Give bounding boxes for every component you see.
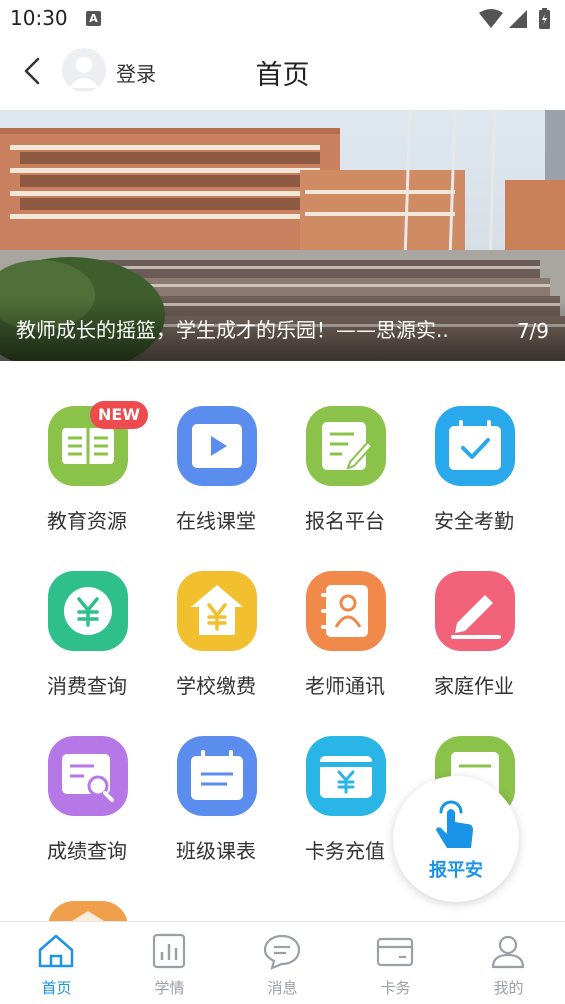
grid-item-label: 班级课表: [176, 839, 256, 863]
edit-document-icon: [306, 406, 386, 486]
grid-item-label: 老师通讯: [305, 674, 385, 698]
user-icon: [491, 935, 525, 969]
grid-item-card-recharge[interactable]: 卡务充值: [280, 736, 410, 886]
calendar-check-icon: [435, 406, 515, 486]
schedule-icon: [177, 736, 257, 816]
grid-item-label: 教育资源: [47, 509, 127, 533]
new-badge: NEW: [90, 401, 148, 429]
status-icons: [479, 8, 550, 29]
report-safe-label: 报平安: [429, 860, 483, 881]
page-title: 首页: [255, 60, 310, 91]
search-document-icon: [48, 736, 128, 816]
grid-item-attendance[interactable]: 安全考勤: [409, 406, 539, 556]
grid-item-label: 消费查询: [47, 674, 127, 698]
grid-item-consumption-query[interactable]: 消费查询: [22, 571, 152, 721]
nav-label: 首页: [41, 979, 72, 997]
grid-item-online-class[interactable]: 在线课堂: [151, 406, 281, 556]
grid-item-label: 学校缴费: [176, 674, 256, 698]
report-safe-button[interactable]: 报平安: [393, 776, 519, 902]
nav-label: 学情: [154, 979, 185, 997]
grid-item-label: 安全考勤: [434, 509, 514, 533]
grid-item-class-schedule[interactable]: 班级课表: [151, 736, 281, 886]
bottom-nav: 首页 学情 消息 卡务 我的: [0, 921, 565, 1004]
grid-item-partial[interactable]: [22, 901, 152, 921]
card-recharge-icon: [306, 736, 386, 816]
nav-profile[interactable]: 我的: [452, 922, 565, 1004]
grid-item-label: 在线课堂: [176, 509, 256, 533]
banner-caption: 教师成长的摇篮，学生成才的乐园！——思源实..: [16, 318, 449, 342]
grid-item-label: 卡务充值: [305, 839, 385, 863]
video-play-icon: [177, 406, 257, 486]
battery-icon: [539, 8, 550, 29]
banner-carousel[interactable]: 教师成长的摇篮，学生成才的乐园！——思源实.. 7/9: [0, 110, 565, 361]
notification-badge: A: [86, 11, 101, 26]
status-bar: 10:30 A: [0, 0, 565, 38]
nav-messages[interactable]: 消息: [226, 922, 339, 1004]
wifi-icon: [479, 9, 503, 28]
grid-item-school-payment[interactable]: 学校缴费: [151, 571, 281, 721]
nav-label: 卡务: [380, 979, 411, 997]
bar-chart-icon: [152, 933, 186, 969]
yuan-coin-icon: [48, 571, 128, 651]
home-icon: [38, 934, 74, 968]
yuan-house-icon: [177, 571, 257, 651]
grid-item-grade-query[interactable]: 成绩查询: [22, 736, 152, 886]
tap-hand-icon: [436, 800, 473, 848]
grid-item-teacher-contacts[interactable]: 老师通讯: [280, 571, 410, 721]
nav-label: 消息: [267, 979, 298, 997]
header: 登录 首页: [0, 38, 565, 110]
pencil-icon: [435, 571, 515, 651]
partial-app-icon: [48, 901, 128, 921]
banner-page-indicator: 7/9: [516, 319, 549, 343]
grid-item-homework[interactable]: 家庭作业: [409, 571, 539, 721]
nav-study[interactable]: 学情: [113, 922, 226, 1004]
nav-card[interactable]: 卡务: [339, 922, 452, 1004]
contact-book-icon: [306, 571, 386, 651]
grid-item-registration[interactable]: 报名平台: [280, 406, 410, 556]
grid-item-label: 报名平台: [305, 509, 385, 533]
nav-home[interactable]: 首页: [0, 922, 113, 1004]
message-icon: [263, 934, 301, 970]
banner-caption-bar: 教师成长的摇篮，学生成才的乐园！——思源实.. 7/9: [0, 299, 565, 361]
signal-icon: [509, 10, 527, 28]
grid-item-label: 家庭作业: [434, 674, 514, 698]
grid-item-label: 成绩查询: [47, 839, 127, 863]
status-time: 10:30: [10, 6, 68, 30]
card-icon: [376, 937, 414, 967]
nav-label: 我的: [493, 979, 524, 997]
